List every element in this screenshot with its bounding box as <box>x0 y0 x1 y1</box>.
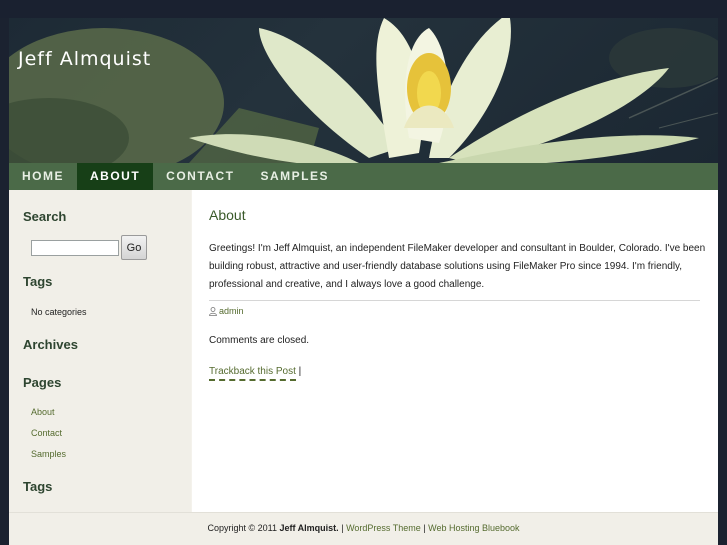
post-title: About <box>209 207 246 223</box>
footer-owner: Jeff Almquist. <box>279 523 339 533</box>
footer: Copyright © 2011 Jeff Almquist. | WordPr… <box>9 512 718 545</box>
footer-sep-2: | <box>423 523 426 533</box>
author-name[interactable]: admin <box>219 306 244 316</box>
pages-heading: Pages <box>23 375 62 390</box>
sidebar-page-about[interactable]: About <box>31 407 55 417</box>
trackback-link[interactable]: Trackback this Post <box>209 366 296 381</box>
post-divider <box>209 300 700 301</box>
main-nav: HOME ABOUT CONTACT SAMPLES <box>9 163 718 190</box>
sidebar-page-contact[interactable]: Contact <box>31 428 62 438</box>
footer-theme-link[interactable]: WordPress Theme <box>346 523 421 533</box>
post-author[interactable]: admin <box>209 306 244 316</box>
sidebar: Search Go Tags No categories Archives Pa… <box>9 190 191 512</box>
trackback-row: Trackback this Post | <box>209 366 302 381</box>
search-heading: Search <box>23 209 67 224</box>
site-title[interactable]: Jeff Almquist <box>18 48 151 70</box>
main-content: About Greetings! I'm Jeff Almquist, an i… <box>192 190 718 512</box>
comments-status: Comments are closed. <box>209 335 310 346</box>
page-wrapper: Jeff Almquist HOME ABOUT CONTACT SAMPLES… <box>9 18 718 545</box>
search-input[interactable] <box>31 240 119 256</box>
trackback-separator: | <box>298 366 302 377</box>
water-lily-image <box>9 18 718 163</box>
user-icon <box>209 306 217 316</box>
nav-home[interactable]: HOME <box>9 163 77 190</box>
header-banner: Jeff Almquist <box>9 18 718 163</box>
nav-contact[interactable]: CONTACT <box>153 163 247 190</box>
search-go-button[interactable]: Go <box>121 235 147 260</box>
tags-heading-2: Tags <box>23 479 53 494</box>
top-strip <box>0 0 727 18</box>
post-body: Greetings! I'm Jeff Almquist, an indepen… <box>209 243 706 290</box>
tags-empty-text: No categories <box>31 307 87 317</box>
nav-about[interactable]: ABOUT <box>77 163 154 190</box>
footer-sep-1: | <box>341 523 344 533</box>
sidebar-page-samples[interactable]: Samples <box>31 449 66 459</box>
archives-heading: Archives <box>23 337 78 352</box>
footer-hosting-link[interactable]: Web Hosting Bluebook <box>428 523 519 533</box>
nav-samples[interactable]: SAMPLES <box>247 163 342 190</box>
footer-copyright: Copyright © 2011 <box>207 523 277 533</box>
tags-heading: Tags <box>23 274 53 289</box>
